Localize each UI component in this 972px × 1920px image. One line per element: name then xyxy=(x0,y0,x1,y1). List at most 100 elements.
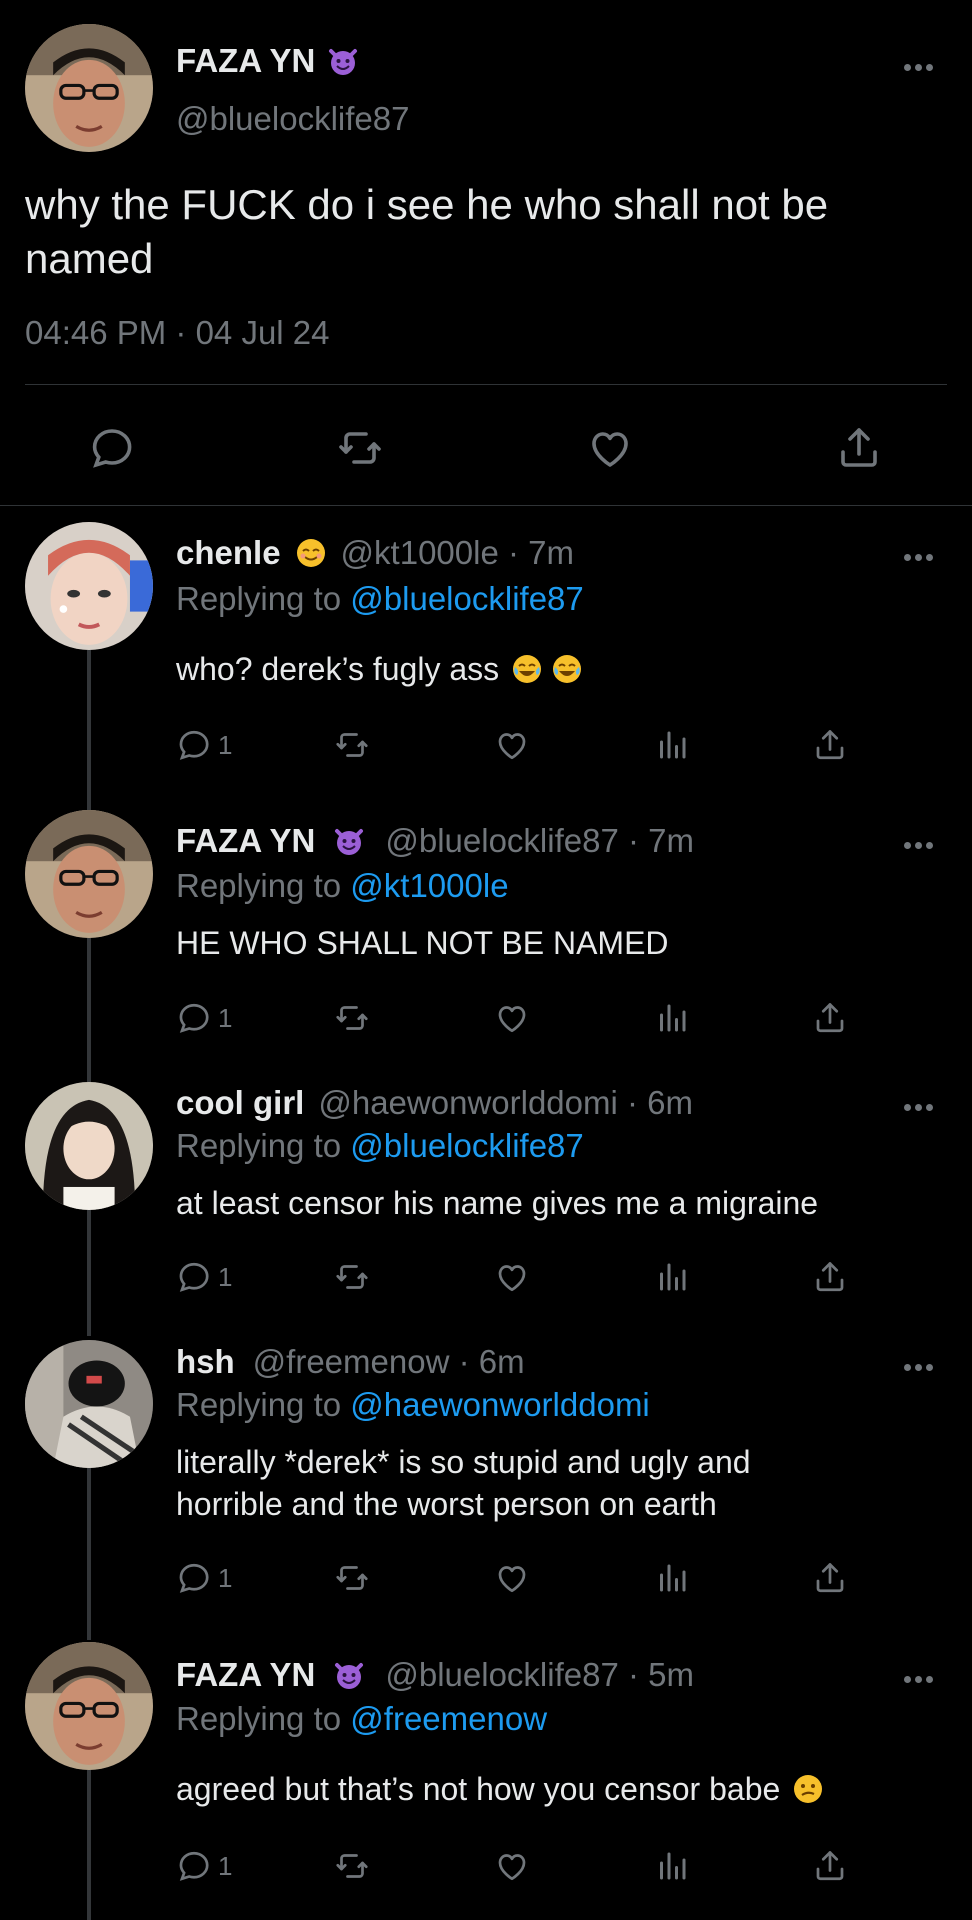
retweet-icon xyxy=(334,727,370,763)
reply-author-name[interactable]: FAZA YN xyxy=(176,822,315,860)
share-icon xyxy=(812,727,848,763)
main-tweet-handle[interactable]: @bluelocklife87 xyxy=(176,100,409,138)
reply-meta: cool girl @haewonworlddomi · 6m xyxy=(176,1084,693,1122)
reply-author-name[interactable]: chenle xyxy=(176,534,281,572)
retweet-icon xyxy=(334,1000,370,1036)
reply-meta: FAZA YN @bluelocklife87 · 7m xyxy=(176,822,694,860)
views-button[interactable] xyxy=(654,998,690,1038)
reply-text: literally *derek* is so stupid and ugly … xyxy=(176,1441,751,1525)
reply-button[interactable]: 1 xyxy=(176,725,232,765)
thread-line xyxy=(87,936,91,1084)
reply-avatar[interactable] xyxy=(25,1082,153,1210)
share-icon xyxy=(812,1848,848,1884)
share-button[interactable] xyxy=(812,998,848,1038)
reply-button[interactable]: 1 xyxy=(176,1257,232,1297)
smiling-devil-emoji-icon xyxy=(327,45,359,77)
like-button[interactable] xyxy=(494,1257,530,1297)
retweet-button[interactable] xyxy=(334,998,370,1038)
share-button[interactable] xyxy=(812,1558,848,1598)
reply-handle-time[interactable]: @kt1000le · 7m xyxy=(341,534,574,572)
reply-count: 1 xyxy=(218,1562,233,1593)
views-icon xyxy=(654,1560,690,1596)
replying-to-mention[interactable]: @bluelocklife87 xyxy=(350,580,583,617)
thread-line xyxy=(87,1468,91,1640)
replying-to-mention[interactable]: @bluelocklife87 xyxy=(350,1127,583,1164)
replying-to-label: Replying to xyxy=(176,1700,342,1737)
more-options-icon[interactable] xyxy=(904,1098,938,1111)
like-button[interactable] xyxy=(494,1846,530,1886)
heart-icon xyxy=(494,1848,530,1884)
reply-author-name[interactable]: hsh xyxy=(176,1343,235,1381)
retweet-button[interactable] xyxy=(334,1257,370,1297)
reply-author-name[interactable]: cool girl xyxy=(176,1084,304,1122)
reply-handle-time[interactable]: @freemenow · 6m xyxy=(253,1343,525,1381)
smiling-devil-emoji-icon xyxy=(333,1659,365,1691)
views-button[interactable] xyxy=(654,1257,690,1297)
main-tweet-author-name[interactable]: FAZA YN xyxy=(176,42,315,80)
avatar-photo xyxy=(25,1642,153,1770)
tears-of-joy-emoji-icon xyxy=(511,653,543,685)
reply-button[interactable]: 1 xyxy=(176,1846,232,1886)
reply-text-line: literally *derek* is so stupid and ugly … xyxy=(176,1444,751,1480)
replying-to-mention[interactable]: @freemenow xyxy=(350,1700,547,1737)
retweet-icon xyxy=(336,424,384,472)
reply-button[interactable] xyxy=(88,418,136,478)
replying-to-label: Replying to xyxy=(176,1386,342,1423)
heart-icon xyxy=(494,1000,530,1036)
reply-actions: 1 xyxy=(176,1846,876,1886)
reply-button[interactable]: 1 xyxy=(176,1558,232,1598)
reply-avatar[interactable] xyxy=(25,1642,153,1770)
replying-to-mention[interactable]: @kt1000le xyxy=(350,867,508,904)
retweet-button[interactable] xyxy=(336,418,384,478)
more-options-icon[interactable] xyxy=(904,1358,938,1371)
views-button[interactable] xyxy=(654,725,690,765)
share-button[interactable] xyxy=(835,418,883,478)
relieved-face-emoji-icon xyxy=(295,537,327,569)
more-options-icon[interactable] xyxy=(904,548,938,561)
reply-avatar[interactable] xyxy=(25,522,153,650)
reply-actions: 1 xyxy=(176,1558,876,1598)
reply-handle-time[interactable]: @bluelocklife87 · 5m xyxy=(385,1656,694,1694)
main-tweet-timestamp[interactable]: 04:46 PM · 04 Jul 24 xyxy=(25,314,330,352)
reply-actions: 1 xyxy=(176,725,876,765)
main-tweet-text: why the FUCK do i see he who shall not b… xyxy=(25,178,828,286)
like-button[interactable] xyxy=(494,998,530,1038)
reply-author-name[interactable]: FAZA YN xyxy=(176,1656,315,1694)
reply-count: 1 xyxy=(218,1002,233,1033)
share-button[interactable] xyxy=(812,1257,848,1297)
more-options-icon[interactable] xyxy=(904,836,938,849)
share-icon xyxy=(812,1259,848,1295)
reply-text: HE WHO SHALL NOT BE NAMED xyxy=(176,925,669,961)
reply-handle-time[interactable]: @bluelocklife87 · 7m xyxy=(385,822,694,860)
reply-icon xyxy=(176,727,212,763)
retweet-button[interactable] xyxy=(334,1558,370,1598)
replying-to-label: Replying to xyxy=(176,1127,342,1164)
views-button[interactable] xyxy=(654,1558,690,1598)
share-button[interactable] xyxy=(812,725,848,765)
reply-count: 1 xyxy=(218,1261,233,1292)
share-icon xyxy=(835,424,883,472)
reply-avatar[interactable] xyxy=(25,810,153,938)
like-button[interactable] xyxy=(494,725,530,765)
like-button[interactable] xyxy=(586,418,634,478)
reply-actions: 1 xyxy=(176,998,876,1038)
reply-text: who? derek’s fugly ass xyxy=(176,648,597,690)
reply-text-line: horrible and the worst person on earth xyxy=(176,1486,717,1522)
avatar-photo xyxy=(25,24,153,152)
replying-to: Replying to @bluelocklife87 xyxy=(176,1127,584,1165)
reply-button[interactable]: 1 xyxy=(176,998,232,1038)
like-button[interactable] xyxy=(494,1558,530,1598)
views-button[interactable] xyxy=(654,1846,690,1886)
reply-avatar[interactable] xyxy=(25,1340,153,1468)
reply-handle-time[interactable]: @haewonworlddomi · 6m xyxy=(318,1084,693,1122)
share-button[interactable] xyxy=(812,1846,848,1886)
main-tweet-avatar[interactable] xyxy=(25,24,153,152)
more-options-icon[interactable] xyxy=(904,58,938,71)
reply-text: at least censor his name gives me a migr… xyxy=(176,1185,819,1221)
retweet-button[interactable] xyxy=(334,725,370,765)
reply-count: 1 xyxy=(218,1850,233,1881)
replying-to-mention[interactable]: @haewonworlddomi xyxy=(350,1386,649,1423)
retweet-button[interactable] xyxy=(334,1846,370,1886)
more-options-icon[interactable] xyxy=(904,1670,938,1683)
reply-icon xyxy=(176,1848,212,1884)
